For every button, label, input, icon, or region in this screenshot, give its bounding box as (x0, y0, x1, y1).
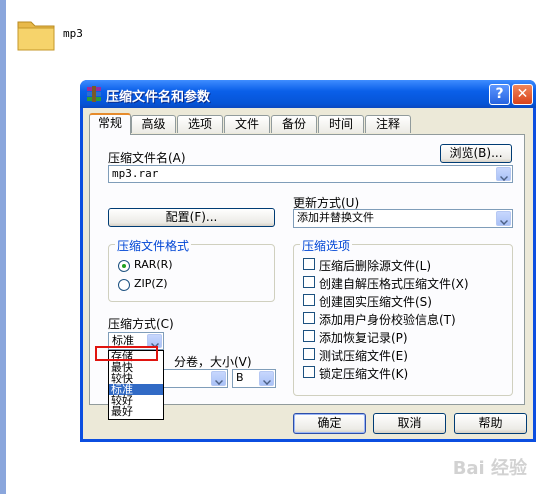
format-group: 压缩文件格式 RAR(R) ZIP(Z) (108, 237, 275, 302)
zip-label[interactable]: ZIP(Z) (134, 277, 168, 290)
auth-checkbox[interactable] (303, 312, 315, 324)
split-unit-select[interactable]: B (232, 369, 276, 388)
test-checkbox[interactable] (303, 348, 315, 360)
options-group: 压缩选项 压缩后删除源文件(L) 创建自解压格式压缩文件(X) 创建固实压缩文件… (293, 237, 513, 396)
recovery-label[interactable]: 添加恢复记录(P) (319, 329, 408, 346)
chevron-down-icon[interactable] (496, 167, 511, 181)
archive-name-value: mp3.rar (112, 167, 159, 180)
split-label: 分卷，大小(V) (174, 355, 252, 369)
update-mode-value: 添加并替换文件 (297, 211, 374, 224)
rar-radio[interactable] (118, 260, 130, 272)
general-panel: 压缩文件名(A) 浏览(B)... mp3.rar 更新方式(U) 添加并替换文… (89, 134, 525, 420)
update-mode-select[interactable]: 添加并替换文件 (293, 209, 513, 228)
dialog-client: 常规 高级 选项 文件 备份 时间 注释 压缩文件名(A) 浏览(B)... m… (83, 108, 533, 439)
tab-files[interactable]: 文件 (224, 115, 270, 133)
chevron-down-icon[interactable] (211, 371, 226, 386)
tab-comment[interactable]: 注释 (365, 115, 411, 133)
close-button[interactable]: ✕ (512, 84, 533, 105)
chevron-down-icon[interactable] (259, 371, 274, 386)
folder-icon[interactable] (16, 14, 56, 54)
folder-label[interactable]: mp3 (63, 27, 83, 40)
sfx-checkbox[interactable] (303, 276, 315, 288)
tab-backup[interactable]: 备份 (271, 115, 317, 133)
help-button[interactable]: 帮助 (454, 413, 527, 434)
browse-button[interactable]: 浏览(B)... (440, 144, 512, 163)
zip-radio[interactable] (118, 279, 130, 291)
profiles-button[interactable]: 配置(F)... (108, 208, 275, 227)
compress-dialog: 压缩文件名和参数 ? ✕ 常规 高级 选项 文件 备份 时间 注释 压缩文件名(… (80, 80, 536, 442)
method-option[interactable]: 最好 (109, 406, 163, 417)
rar-label[interactable]: RAR(R) (134, 258, 173, 271)
sfx-label[interactable]: 创建自解压格式压缩文件(X) (319, 275, 469, 292)
watermark: Bai 经验 (452, 458, 527, 479)
chevron-down-icon[interactable] (496, 211, 511, 226)
options-group-title: 压缩选项 (300, 237, 353, 254)
format-group-title: 压缩文件格式 (115, 237, 192, 254)
test-label[interactable]: 测试压缩文件(E) (319, 347, 408, 364)
highlight-box (95, 346, 158, 361)
title-bar[interactable]: 压缩文件名和参数 ? ✕ (80, 80, 536, 108)
lock-label[interactable]: 锁定压缩文件(K) (319, 365, 408, 382)
tab-general[interactable]: 常规 (89, 113, 131, 135)
archive-name-label: 压缩文件名(A) (108, 151, 186, 165)
solid-checkbox[interactable] (303, 294, 315, 306)
help-title-button[interactable]: ? (489, 84, 510, 105)
dialog-title: 压缩文件名和参数 (106, 90, 211, 105)
delete-after-checkbox[interactable] (303, 258, 315, 270)
ok-button[interactable]: 确定 (293, 413, 366, 434)
split-unit-value: B (236, 371, 244, 384)
cancel-button[interactable]: 取消 (373, 413, 446, 434)
lock-checkbox[interactable] (303, 366, 315, 378)
tab-time[interactable]: 时间 (318, 115, 364, 133)
archive-name-input[interactable]: mp3.rar (108, 165, 513, 183)
auth-label[interactable]: 添加用户身份校验信息(T) (319, 311, 456, 328)
recovery-checkbox[interactable] (303, 330, 315, 342)
tab-advanced[interactable]: 高级 (131, 115, 176, 133)
winrar-icon (87, 86, 101, 102)
tab-options[interactable]: 选项 (177, 115, 223, 133)
method-label: 压缩方式(C) (108, 317, 174, 331)
desktop-edge (0, 0, 6, 494)
solid-label[interactable]: 创建固实压缩文件(S) (319, 293, 432, 310)
delete-after-label[interactable]: 压缩后删除源文件(L) (319, 257, 431, 274)
